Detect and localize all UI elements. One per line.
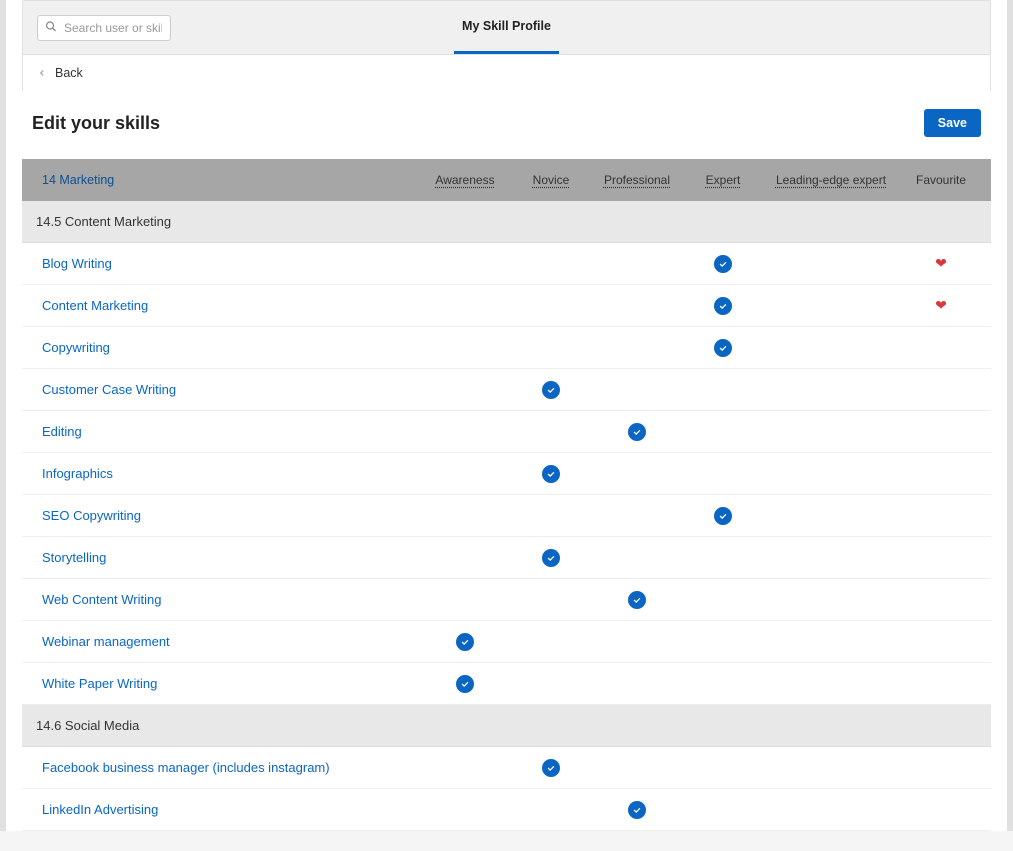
level-cell[interactable] [508, 759, 594, 777]
back-label: Back [55, 66, 83, 80]
skill-row: Web Content Writing [22, 579, 991, 621]
check-icon[interactable] [714, 507, 732, 525]
check-icon[interactable] [456, 633, 474, 651]
section-header: 14.6 Social Media [22, 705, 991, 747]
favourite-cell[interactable]: ❤ [896, 297, 986, 314]
check-icon[interactable] [628, 591, 646, 609]
skill-row: SEO Copywriting [22, 495, 991, 537]
level-cell[interactable] [680, 297, 766, 315]
skill-name-cell: Blog Writing [22, 256, 422, 271]
level-cell[interactable] [594, 423, 680, 441]
check-icon[interactable] [542, 549, 560, 567]
skill-row: White Paper Writing [22, 663, 991, 705]
chevron-left-icon [37, 65, 47, 81]
skill-row: Infographics [22, 453, 991, 495]
col-header-professional[interactable]: Professional [594, 173, 680, 187]
section-title: 14.6 Social Media [36, 718, 139, 733]
skill-row: Customer Case Writing [22, 369, 991, 411]
back-link[interactable]: Back [22, 55, 991, 91]
section-header: 14.5 Content Marketing [22, 201, 991, 243]
skill-link[interactable]: Customer Case Writing [42, 382, 176, 397]
skill-row: Storytelling [22, 537, 991, 579]
skill-name-cell: Copywriting [22, 340, 422, 355]
skill-row: Webinar management [22, 621, 991, 663]
skill-link[interactable]: Webinar management [42, 634, 170, 649]
page-edge-right [1007, 0, 1013, 831]
search-input[interactable] [37, 15, 171, 41]
check-icon[interactable] [714, 297, 732, 315]
search-wrap [37, 15, 171, 41]
skill-name-cell: Content Marketing [22, 298, 422, 313]
skill-link[interactable]: White Paper Writing [42, 676, 157, 691]
heart-icon[interactable]: ❤ [935, 297, 947, 314]
skill-name-cell: Facebook business manager (includes inst… [22, 760, 422, 775]
level-cell[interactable] [508, 381, 594, 399]
level-cell[interactable] [422, 675, 508, 693]
col-header-favourite: Favourite [896, 173, 986, 187]
skill-name-cell: Infographics [22, 466, 422, 481]
col-header-leading-edge[interactable]: Leading-edge expert [766, 173, 896, 187]
check-icon[interactable] [542, 465, 560, 483]
category-link[interactable]: 14 Marketing [42, 173, 114, 187]
skill-row: Facebook business manager (includes inst… [22, 747, 991, 789]
skill-name-cell: SEO Copywriting [22, 508, 422, 523]
title-row: Edit your skills Save [22, 91, 991, 159]
col-header-awareness[interactable]: Awareness [422, 173, 508, 187]
skill-link[interactable]: Content Marketing [42, 298, 148, 313]
tab-nav: My Skill Profile [454, 1, 559, 54]
skill-link[interactable]: Infographics [42, 466, 113, 481]
check-icon[interactable] [714, 339, 732, 357]
skill-row: Editing [22, 411, 991, 453]
skill-row: Copywriting [22, 327, 991, 369]
skill-row: Content Marketing ❤ [22, 285, 991, 327]
skill-row: Blog Writing ❤ [22, 243, 991, 285]
level-cell[interactable] [508, 549, 594, 567]
skill-name-cell: Editing [22, 424, 422, 439]
favourite-cell[interactable]: ❤ [896, 255, 986, 272]
level-cell[interactable] [680, 507, 766, 525]
level-cell[interactable] [680, 339, 766, 357]
table-header-row: 14 Marketing Awareness Novice Profession… [22, 159, 991, 201]
check-icon[interactable] [542, 759, 560, 777]
check-icon[interactable] [456, 675, 474, 693]
category-link-cell: 14 Marketing [22, 173, 422, 187]
section-title: 14.5 Content Marketing [36, 214, 171, 229]
skill-link[interactable]: Facebook business manager (includes inst… [42, 760, 330, 775]
skill-name-cell: Customer Case Writing [22, 382, 422, 397]
skill-link[interactable]: Web Content Writing [42, 592, 161, 607]
save-button[interactable]: Save [924, 109, 981, 137]
level-cell[interactable] [508, 465, 594, 483]
skill-name-cell: LinkedIn Advertising [22, 802, 422, 817]
skill-name-cell: White Paper Writing [22, 676, 422, 691]
skill-link[interactable]: LinkedIn Advertising [42, 802, 158, 817]
skill-link[interactable]: Storytelling [42, 550, 106, 565]
skill-link[interactable]: Copywriting [42, 340, 110, 355]
topbar: My Skill Profile [22, 0, 991, 55]
tab-my-skill-profile[interactable]: My Skill Profile [454, 1, 559, 54]
skill-name-cell: Storytelling [22, 550, 422, 565]
check-icon[interactable] [628, 423, 646, 441]
page-edge-left [0, 0, 6, 831]
level-cell[interactable] [594, 591, 680, 609]
skill-name-cell: Web Content Writing [22, 592, 422, 607]
check-icon[interactable] [542, 381, 560, 399]
skill-row: LinkedIn Advertising [22, 789, 991, 831]
skill-link[interactable]: Blog Writing [42, 256, 112, 271]
check-icon[interactable] [714, 255, 732, 273]
level-cell[interactable] [594, 801, 680, 819]
skill-table: 14 Marketing Awareness Novice Profession… [22, 159, 991, 831]
col-header-novice[interactable]: Novice [508, 173, 594, 187]
level-cell[interactable] [422, 633, 508, 651]
skill-link[interactable]: Editing [42, 424, 82, 439]
skill-name-cell: Webinar management [22, 634, 422, 649]
page-title: Edit your skills [32, 113, 160, 134]
skill-link[interactable]: SEO Copywriting [42, 508, 141, 523]
search-icon [45, 20, 57, 35]
heart-icon[interactable]: ❤ [935, 255, 947, 272]
check-icon[interactable] [628, 801, 646, 819]
level-cell[interactable] [680, 255, 766, 273]
col-header-expert[interactable]: Expert [680, 173, 766, 187]
